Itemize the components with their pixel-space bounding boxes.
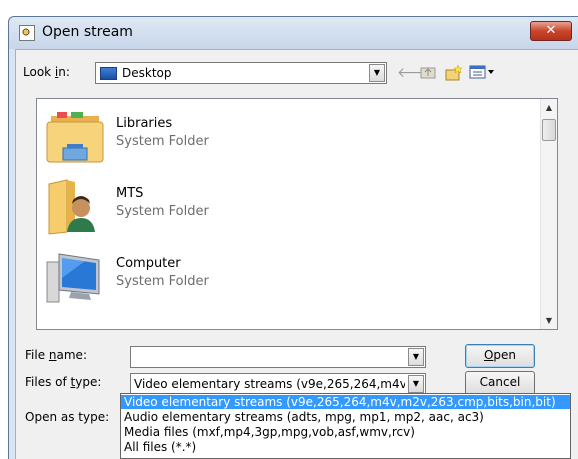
app-icon xyxy=(19,25,35,41)
list-item[interactable]: MTS System Folder xyxy=(37,174,537,244)
up-folder-icon[interactable] xyxy=(420,64,436,82)
close-button[interactable]: ✕ xyxy=(530,21,572,41)
type-option-audio[interactable]: Audio elementary streams (adts, mpg, mp1… xyxy=(121,410,570,424)
files-of-type-select[interactable]: Video elementary streams (v9e,265,264,m4… xyxy=(130,373,426,395)
list-item[interactable]: Computer System Folder xyxy=(37,244,537,314)
open-button[interactable]: Open xyxy=(465,344,535,368)
close-icon: ✕ xyxy=(545,23,557,38)
desktop-icon xyxy=(100,67,117,80)
list-scrollbar[interactable]: ▲ ▼ xyxy=(540,99,557,329)
files-of-type-label: Files of type: xyxy=(25,375,102,389)
computer-icon xyxy=(46,253,100,303)
cancel-button[interactable]: Cancel xyxy=(465,371,535,395)
look-in-value: Desktop xyxy=(122,66,172,80)
scroll-up-icon[interactable]: ▲ xyxy=(541,99,557,116)
type-option-video[interactable]: Video elementary streams (v9e,265,264,m4… xyxy=(121,395,570,409)
item-type: System Folder xyxy=(116,204,209,219)
files-of-type-dropdown-button[interactable]: ▼ xyxy=(408,375,424,393)
look-in-label: Look in: xyxy=(23,65,70,79)
title-bar[interactable]: Open stream ✕ xyxy=(9,17,578,49)
new-folder-icon[interactable] xyxy=(445,64,463,82)
file-type-dropdown-list[interactable]: Video elementary streams (v9e,265,264,m4… xyxy=(120,393,571,459)
type-option-media[interactable]: Media files (mxf,mp4,3gp,mpg,vob,asf,wmv… xyxy=(121,425,570,439)
item-type: System Folder xyxy=(116,274,209,289)
file-name-label: File name: xyxy=(25,348,87,362)
file-name-dropdown-button[interactable]: ▼ xyxy=(408,348,424,366)
scroll-down-icon[interactable]: ▼ xyxy=(541,312,557,329)
type-option-all[interactable]: All files (*.*) xyxy=(121,440,570,454)
window-title: Open stream xyxy=(42,24,133,40)
list-item[interactable]: Libraries System Folder xyxy=(37,104,537,174)
item-type: System Folder xyxy=(116,134,209,149)
files-of-type-value: Video elementary streams (v9e,265,264,m4… xyxy=(134,377,405,391)
scroll-thumb[interactable] xyxy=(542,119,556,141)
look-in-combo[interactable]: Desktop ▼ xyxy=(95,62,387,84)
file-name-input[interactable]: ▼ xyxy=(130,346,426,368)
item-name: Libraries xyxy=(116,116,173,131)
libraries-icon xyxy=(46,112,104,163)
view-menu-icon[interactable] xyxy=(469,64,495,82)
open-as-type-label: Open as type: xyxy=(25,410,110,424)
file-list[interactable]: Libraries System Folder MTS System Folde… xyxy=(36,98,558,330)
look-in-dropdown-button[interactable]: ▼ xyxy=(369,64,385,82)
item-name: Computer xyxy=(116,256,181,271)
item-name: MTS xyxy=(116,186,144,201)
user-folder-icon xyxy=(48,179,95,235)
